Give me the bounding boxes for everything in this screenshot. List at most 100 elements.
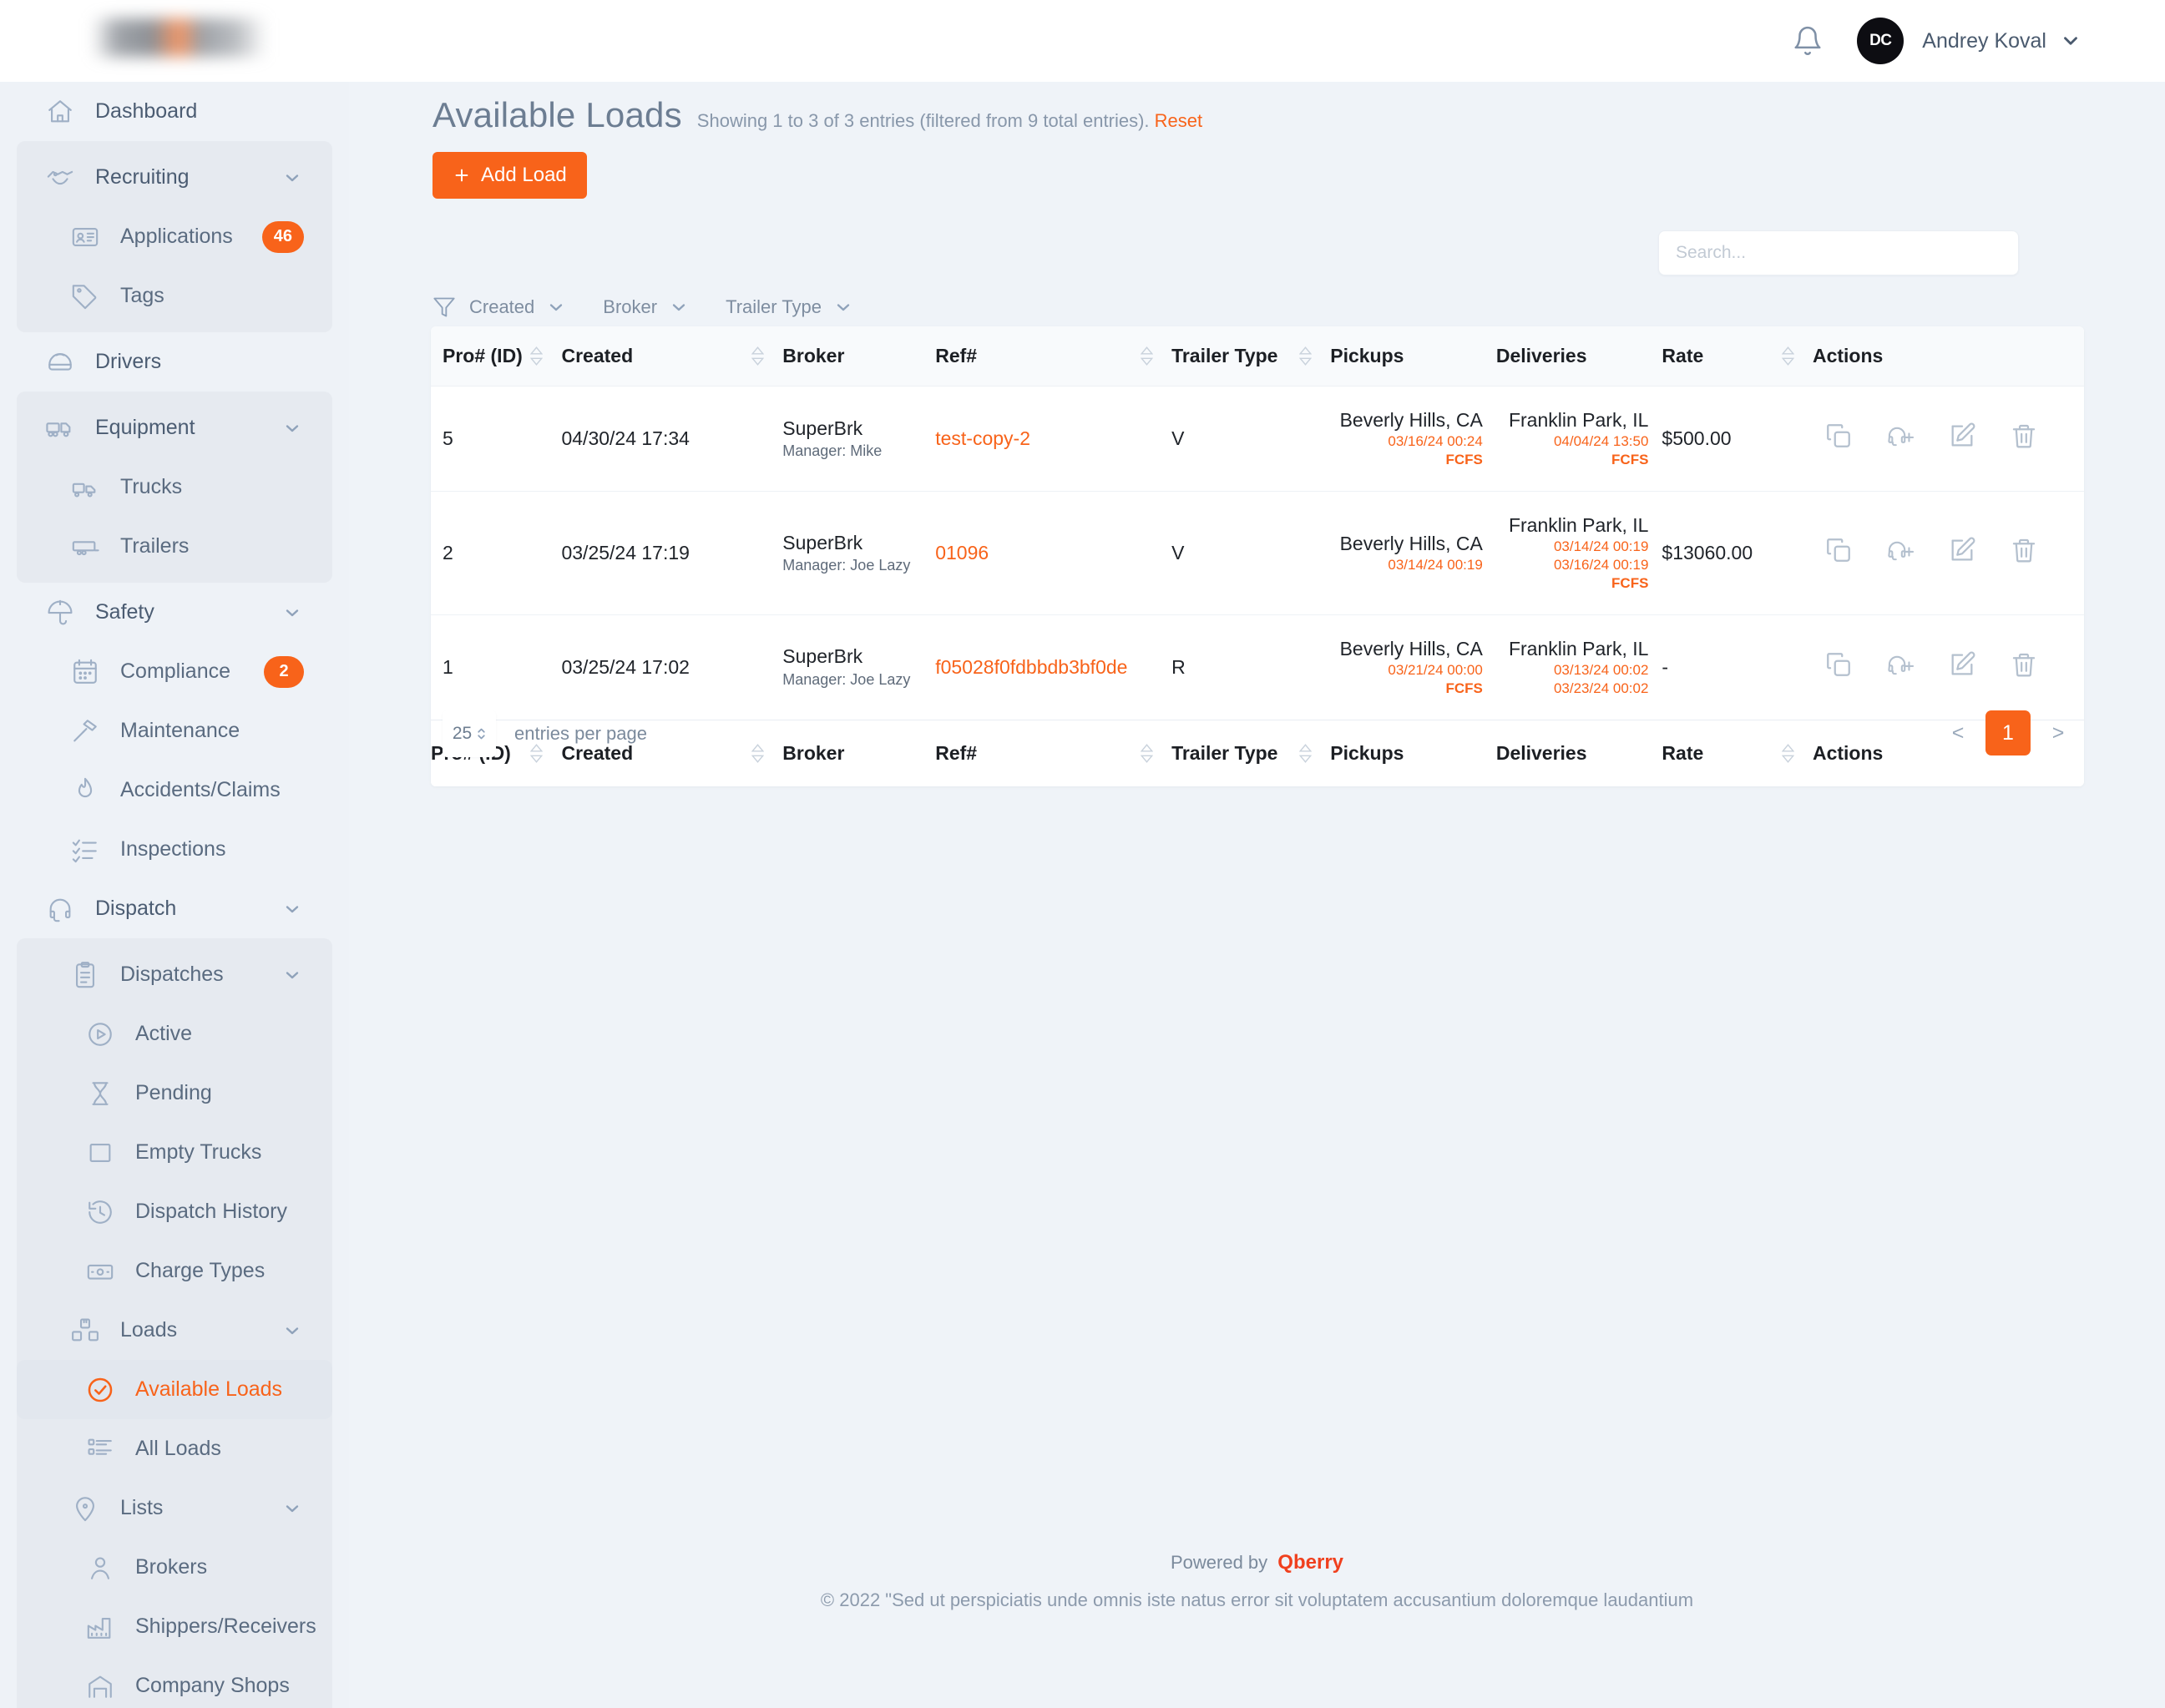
assign-dispatch-button[interactable] bbox=[1886, 422, 1915, 455]
edit-load-button[interactable] bbox=[1948, 650, 1976, 684]
broker-manager: Manager: Joe Lazy bbox=[782, 557, 911, 574]
sidebar-item-pending[interactable]: Pending bbox=[17, 1064, 332, 1123]
user-menu-button[interactable] bbox=[2060, 30, 2082, 52]
column-header-actions: Actions bbox=[1812, 326, 2084, 387]
sidebar-item-empty-trucks[interactable]: Empty Trucks bbox=[17, 1123, 332, 1182]
play-circle-icon bbox=[83, 1018, 117, 1051]
ref-link[interactable]: f05028f0fdbbdb3bf0de bbox=[935, 656, 1127, 678]
delete-load-button[interactable] bbox=[2010, 650, 2038, 684]
column-header-rate[interactable]: Rate bbox=[1662, 326, 1813, 387]
entries-per-page-select[interactable]: 25 bbox=[443, 710, 496, 757]
sidebar-item-tags[interactable]: Tags bbox=[17, 266, 332, 326]
sidebar-item-lists[interactable]: Lists bbox=[17, 1478, 332, 1538]
page-number-1[interactable]: 1 bbox=[1985, 710, 2031, 755]
sidebar-item-loads[interactable]: Loads bbox=[17, 1301, 332, 1360]
sidebar-item-equipment[interactable]: Equipment bbox=[17, 398, 332, 457]
table-row[interactable]: 5 04/30/24 17:34 SuperBrk Manager: Mike test… bbox=[431, 386, 2084, 492]
reset-filters-link[interactable]: Reset bbox=[1155, 110, 1202, 131]
notifications-button[interactable] bbox=[1782, 15, 1834, 67]
sidebar-item-compliance[interactable]: Compliance 2 bbox=[17, 642, 332, 701]
next-page-button[interactable]: > bbox=[2044, 714, 2072, 752]
delete-load-button[interactable] bbox=[2010, 536, 2038, 569]
sidebar-item-label: Empty Trucks bbox=[135, 1140, 262, 1164]
avatar[interactable]: DC bbox=[1857, 18, 1904, 64]
filter-trailer-type[interactable]: Trailer Type bbox=[726, 296, 853, 318]
sidebar-item-all-loads[interactable]: All Loads bbox=[17, 1419, 332, 1478]
column-header-ref[interactable]: Ref# bbox=[935, 326, 1172, 387]
sidebar[interactable]: Dashboard Recruiting Applications 46 Tags Dri… bbox=[0, 82, 349, 1708]
sort-icon[interactable] bbox=[530, 346, 544, 366]
sidebar-item-label: Dashboard bbox=[95, 99, 198, 123]
edit-load-button[interactable] bbox=[1948, 536, 1976, 569]
sidebar-item-dispatch-history[interactable]: Dispatch History bbox=[17, 1182, 332, 1241]
sort-icon[interactable] bbox=[1141, 346, 1154, 366]
filter-broker[interactable]: Broker bbox=[603, 296, 689, 318]
chevron-down-icon[interactable] bbox=[282, 603, 302, 623]
sidebar-item-recruiting[interactable]: Recruiting bbox=[17, 148, 332, 207]
sidebar-item-trailers[interactable]: Trailers bbox=[17, 517, 332, 576]
sidebar-item-maintenance[interactable]: Maintenance bbox=[17, 701, 332, 761]
add-load-label: Add Load bbox=[481, 164, 567, 186]
money-icon bbox=[83, 1255, 117, 1288]
assign-dispatch-button[interactable] bbox=[1886, 536, 1915, 569]
sort-icon[interactable] bbox=[751, 346, 765, 366]
sidebar-item-active[interactable]: Active bbox=[17, 1004, 332, 1064]
chevron-down-icon[interactable] bbox=[282, 1321, 302, 1341]
sidebar-item-available-loads[interactable]: Available Loads bbox=[17, 1360, 332, 1419]
edit-icon bbox=[1948, 650, 1976, 684]
sidebar-item-charge-types[interactable]: Charge Types bbox=[17, 1241, 332, 1301]
chevron-down-icon[interactable] bbox=[282, 1498, 302, 1519]
cell-ref: test-copy-2 bbox=[935, 386, 1172, 492]
sidebar-item-label: Available Loads bbox=[135, 1377, 283, 1401]
column-header-pro-id[interactable]: Pro# (ID) bbox=[431, 326, 562, 387]
pickup-date: 03/16/24 00:24 bbox=[1388, 433, 1483, 450]
delete-load-button[interactable] bbox=[2010, 422, 2038, 455]
table-row[interactable]: 2 03/25/24 17:19 SuperBrk Manager: Joe Lazy… bbox=[431, 491, 2084, 615]
chevron-down-icon[interactable] bbox=[282, 965, 302, 985]
prev-page-button[interactable]: < bbox=[1944, 714, 1972, 752]
sidebar-item-shippers-receivers[interactable]: Shippers/Receivers bbox=[17, 1597, 332, 1656]
chevron-down-icon[interactable] bbox=[282, 899, 302, 919]
sidebar-item-drivers[interactable]: Drivers bbox=[17, 332, 332, 392]
sidebar-item-company-shops[interactable]: Company Shops bbox=[17, 1656, 332, 1708]
delivery: Franklin Park, IL 03/14/24 00:19 03/16/24 … bbox=[1496, 513, 1662, 593]
sidebar-item-brokers[interactable]: Brokers bbox=[17, 1538, 332, 1597]
sidebar-item-trucks[interactable]: Trucks bbox=[17, 457, 332, 517]
company-logo[interactable] bbox=[75, 5, 284, 70]
trash-icon bbox=[2010, 422, 2038, 455]
user-name[interactable]: Andrey Koval bbox=[1922, 29, 2046, 53]
sort-icon[interactable] bbox=[1781, 346, 1794, 366]
sidebar-item-label: Maintenance bbox=[120, 719, 240, 742]
column-label: Deliveries bbox=[1495, 345, 1587, 366]
pagination-row: 25 entries per page < 1 > bbox=[431, 704, 2084, 779]
sidebar-item-dispatch[interactable]: Dispatch bbox=[17, 879, 332, 938]
sidebar-item-accidents-claims[interactable]: Accidents/Claims bbox=[17, 761, 332, 820]
duplicate-load-button[interactable] bbox=[1824, 536, 1853, 569]
ref-link[interactable]: test-copy-2 bbox=[935, 427, 1030, 449]
chevron-down-icon[interactable] bbox=[282, 168, 302, 188]
ref-link[interactable]: 01096 bbox=[935, 542, 989, 563]
sidebar-item-dashboard[interactable]: Dashboard bbox=[17, 82, 332, 141]
filter-created[interactable]: Created bbox=[469, 296, 566, 318]
duplicate-load-button[interactable] bbox=[1824, 422, 1853, 455]
table-header-row: Pro# (ID) Created Broker Ref# Trailer Type Pi… bbox=[431, 326, 2084, 387]
column-header-trailer-type[interactable]: Trailer Type bbox=[1171, 326, 1331, 387]
assign-dispatch-button[interactable] bbox=[1886, 650, 1915, 684]
cell-rate: $13060.00 bbox=[1662, 491, 1813, 615]
duplicate-load-button[interactable] bbox=[1824, 650, 1853, 684]
sidebar-item-inspections[interactable]: Inspections bbox=[17, 820, 332, 879]
sort-icon[interactable] bbox=[1299, 346, 1313, 366]
sidebar-item-safety[interactable]: Safety bbox=[17, 583, 332, 642]
headset-icon bbox=[43, 892, 77, 926]
entries-summary: Showing 1 to 3 of 3 entries (filtered fr… bbox=[697, 110, 1202, 132]
column-label: Created bbox=[561, 345, 634, 366]
sidebar-item-dispatches[interactable]: Dispatches bbox=[17, 945, 332, 1004]
edit-load-button[interactable] bbox=[1948, 422, 1976, 455]
filter-label: Trailer Type bbox=[726, 296, 822, 317]
chevron-down-icon bbox=[833, 297, 853, 317]
search-input[interactable] bbox=[1658, 230, 2019, 275]
sidebar-item-applications[interactable]: Applications 46 bbox=[17, 207, 332, 266]
column-header-created[interactable]: Created bbox=[561, 326, 783, 387]
add-load-button[interactable]: Add Load bbox=[432, 152, 587, 199]
chevron-down-icon[interactable] bbox=[282, 418, 302, 438]
